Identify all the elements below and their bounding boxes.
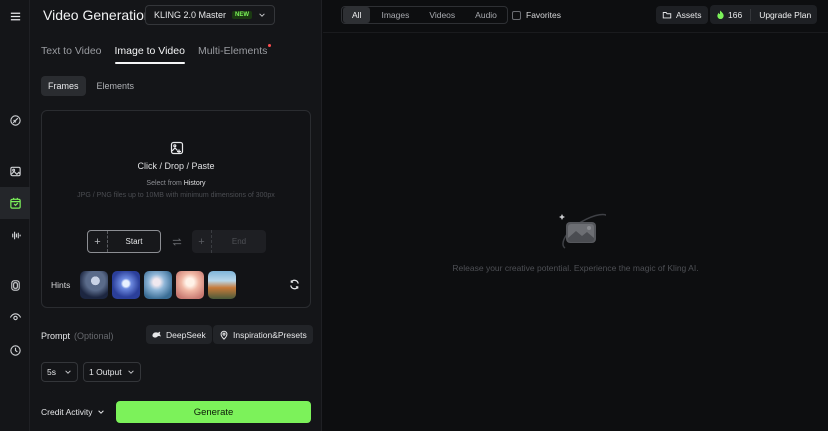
new-badge: NEW bbox=[232, 11, 253, 19]
hint-thumbnail-5[interactable] bbox=[208, 271, 236, 299]
filter-images[interactable]: Images bbox=[372, 7, 418, 23]
rail-assets-button[interactable] bbox=[0, 269, 30, 301]
output-count-value: 1 Output bbox=[89, 367, 122, 377]
page-title: Video Generation bbox=[43, 7, 152, 23]
rail-explore-button[interactable] bbox=[0, 104, 30, 136]
chevron-down-icon bbox=[128, 370, 134, 374]
hint-thumbnail-3[interactable] bbox=[144, 271, 172, 299]
refresh-icon[interactable] bbox=[289, 279, 300, 290]
tab-image-to-video[interactable]: Image to Video bbox=[114, 45, 186, 64]
chevron-down-icon bbox=[97, 410, 104, 414]
hints-label: Hints bbox=[51, 280, 71, 290]
credits-value: 166 bbox=[728, 9, 743, 20]
deepseek-label: DeepSeek bbox=[166, 329, 206, 340]
image-add-icon bbox=[170, 141, 184, 155]
assets-label: Assets bbox=[676, 10, 702, 20]
rail-eye-button[interactable] bbox=[0, 301, 30, 333]
swap-icon[interactable] bbox=[172, 237, 182, 247]
rail-video-button[interactable] bbox=[0, 187, 30, 219]
tab-multi-elements[interactable]: Multi-Elements bbox=[197, 44, 272, 62]
flame-icon bbox=[717, 10, 724, 19]
upgrade-plan-button[interactable]: Upgrade Plan bbox=[759, 10, 811, 20]
location-pin-icon bbox=[220, 330, 228, 340]
output-count-select[interactable]: 1 Output bbox=[83, 362, 141, 382]
deepseek-button[interactable]: DeepSeek bbox=[146, 325, 212, 344]
chevron-down-icon bbox=[259, 13, 265, 17]
select-from-label: Select from bbox=[146, 180, 182, 187]
mode-tabs: Text to Video Image to Video Multi-Eleme… bbox=[41, 44, 272, 64]
credit-activity-button[interactable]: Credit Activity bbox=[41, 407, 105, 417]
toolbar-divider bbox=[323, 32, 828, 33]
tab-text-to-video[interactable]: Text to Video bbox=[41, 45, 102, 62]
credits-count[interactable]: 166 bbox=[716, 10, 742, 20]
filter-tabs: All Images Videos Audio bbox=[341, 6, 508, 24]
eye-icon bbox=[9, 312, 21, 320]
generate-button[interactable]: Generate bbox=[116, 401, 311, 423]
divider bbox=[750, 8, 752, 21]
layers-icon bbox=[10, 279, 20, 291]
hint-thumbnail-2[interactable] bbox=[112, 271, 140, 299]
credit-activity-label: Credit Activity bbox=[41, 407, 93, 417]
empty-state-icon bbox=[559, 213, 606, 249]
video-icon bbox=[9, 197, 21, 209]
duration-value: 5s bbox=[47, 367, 56, 377]
prompt-optional: (Optional) bbox=[74, 331, 114, 341]
inspiration-label: Inspiration&Presets bbox=[233, 329, 307, 340]
plus-icon: + bbox=[192, 230, 212, 253]
hamburger-icon bbox=[10, 12, 20, 20]
new-dot bbox=[268, 44, 272, 47]
rail-image-button[interactable] bbox=[0, 155, 30, 187]
upload-hint: JPG / PNG files up to 10MB with minimum … bbox=[77, 192, 275, 199]
chevron-down-icon bbox=[65, 370, 71, 374]
tab-multi-elements-label: Multi-Elements bbox=[197, 45, 268, 57]
generation-panel: Video Generation KLING 2.0 Master NEW Te… bbox=[30, 0, 322, 431]
hint-thumbnail-4[interactable] bbox=[176, 271, 204, 299]
end-frame-label: End bbox=[231, 237, 247, 246]
filter-audio[interactable]: Audio bbox=[466, 7, 506, 23]
subtab-frames[interactable]: Frames bbox=[41, 76, 86, 96]
rail-audio-button[interactable] bbox=[0, 219, 30, 251]
prompt-label: Prompt (Optional) bbox=[41, 331, 114, 341]
hint-thumbnail-1[interactable] bbox=[80, 271, 108, 299]
history-icon bbox=[9, 344, 21, 356]
upload-main-text: Click / Drop / Paste bbox=[137, 161, 215, 171]
history-link[interactable]: History bbox=[184, 180, 206, 187]
model-select[interactable]: KLING 2.0 Master NEW bbox=[145, 5, 276, 25]
deepseek-icon bbox=[152, 331, 161, 338]
upload-dropzone[interactable]: Click / Drop / Paste Select from History… bbox=[41, 110, 311, 308]
empty-state-text: Release your creative potential. Experie… bbox=[452, 263, 699, 273]
explore-icon bbox=[9, 114, 21, 126]
left-rail bbox=[0, 0, 30, 431]
filter-all[interactable]: All bbox=[343, 7, 371, 23]
start-frame-button[interactable]: + Start bbox=[87, 230, 161, 253]
filter-videos[interactable]: Videos bbox=[420, 7, 464, 23]
image-icon bbox=[9, 166, 21, 176]
start-frame-label: Start bbox=[125, 237, 143, 246]
favorites-label: Favorites bbox=[526, 10, 561, 20]
subtab-elements[interactable]: Elements bbox=[90, 76, 142, 96]
rail-history-button[interactable] bbox=[0, 334, 30, 366]
assets-button[interactable]: Assets bbox=[656, 6, 708, 24]
duration-select[interactable]: 5s bbox=[41, 362, 78, 382]
results-area: All Images Videos Audio Favorites Assets… bbox=[323, 0, 828, 431]
sub-tabs: Frames Elements bbox=[41, 76, 141, 96]
plus-icon: + bbox=[88, 231, 108, 252]
prompt-title: Prompt bbox=[41, 331, 71, 341]
model-name: KLING 2.0 Master bbox=[154, 10, 227, 20]
menu-button[interactable] bbox=[0, 0, 30, 32]
favorites-checkbox[interactable] bbox=[512, 10, 521, 20]
end-frame-button[interactable]: + End bbox=[192, 230, 266, 253]
folder-icon bbox=[662, 12, 672, 19]
inspiration-presets-button[interactable]: Inspiration&Presets bbox=[213, 325, 313, 344]
favorites-toggle[interactable]: Favorites bbox=[512, 10, 561, 20]
upload-select-text: Select from History bbox=[42, 180, 310, 187]
audio-wave-icon bbox=[11, 231, 21, 239]
credits-and-upgrade[interactable]: 166 Upgrade Plan bbox=[710, 5, 818, 24]
